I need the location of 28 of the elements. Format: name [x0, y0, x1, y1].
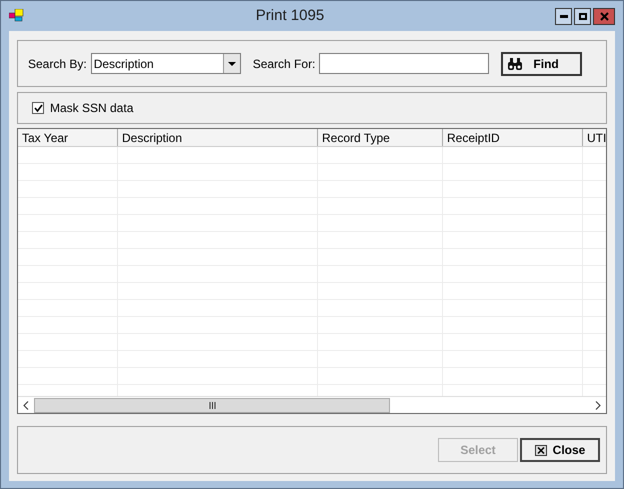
column-header[interactable]: UTI [583, 129, 606, 146]
search-by-dropdown[interactable]: Description [90, 53, 241, 74]
column-header[interactable]: Description [118, 129, 318, 146]
mask-ssn-label: Mask SSN data [50, 100, 134, 117]
mask-ssn-checkbox[interactable] [32, 102, 44, 114]
grip-icon [208, 402, 216, 408]
column-header[interactable]: Tax Year [18, 129, 118, 146]
find-button[interactable]: Find [501, 52, 582, 76]
maximize-button[interactable] [574, 8, 591, 24]
window-title: Print 1095 [254, 6, 326, 26]
minimize-button[interactable] [555, 8, 572, 24]
search-for-label: Search For: [252, 56, 316, 72]
checkmark-icon [34, 104, 42, 112]
search-for-field[interactable] [319, 53, 490, 74]
horizontal-scrollbar[interactable] [18, 396, 606, 413]
close-box-icon [534, 444, 547, 456]
scrollbar-thumb[interactable] [34, 398, 390, 412]
column-header[interactable]: ReceiptID [443, 129, 583, 146]
app-icon [9, 9, 25, 23]
binoculars-icon [507, 56, 524, 70]
column-header[interactable]: Record Type [318, 129, 443, 146]
close-icon [600, 12, 608, 20]
close-window-button[interactable] [593, 8, 615, 24]
close-button[interactable]: Close [520, 438, 600, 462]
dropdown-caret-icon [228, 62, 236, 66]
scroll-left-icon[interactable] [23, 400, 29, 410]
search-by-label: Search By: [28, 56, 87, 72]
scroll-right-icon[interactable] [595, 400, 601, 410]
